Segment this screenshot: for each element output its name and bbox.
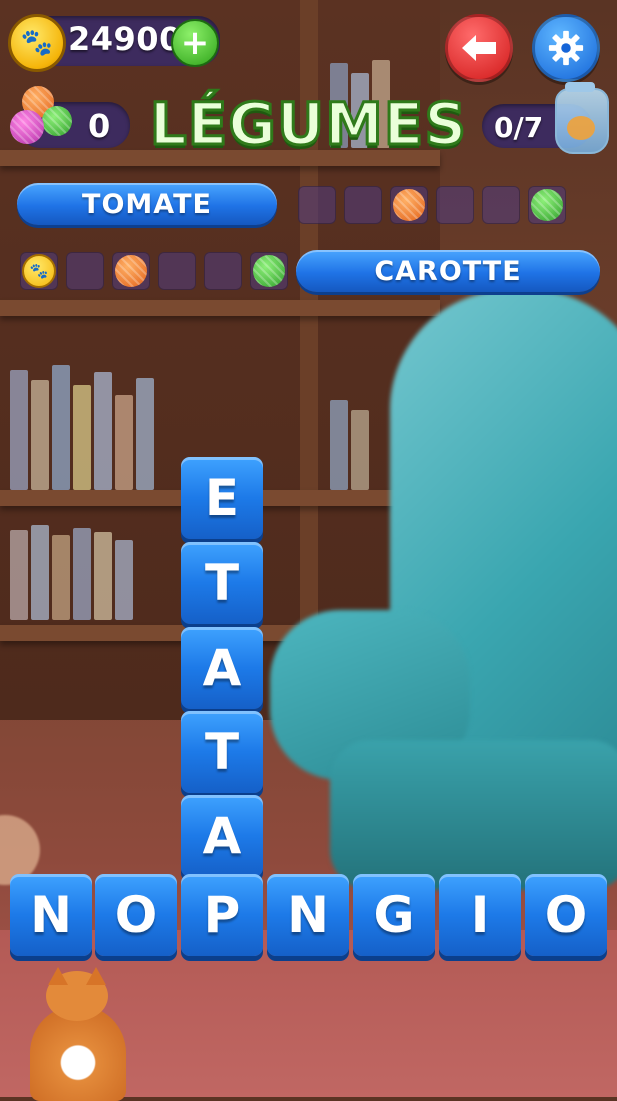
- letter-tile[interactable]: E: [181, 457, 263, 539]
- cat-mascot: [24, 965, 130, 1101]
- letter-slot: [436, 186, 474, 224]
- letter-tile[interactable]: N: [10, 874, 92, 956]
- letter-slot: [66, 252, 104, 290]
- yarn-green-icon: [253, 255, 285, 287]
- paw-coin-icon: 🐾: [22, 254, 56, 288]
- letter-tile[interactable]: P: [181, 874, 263, 956]
- back-button[interactable]: [445, 14, 513, 82]
- shelf-board: [0, 300, 440, 316]
- arrow-left-icon: [462, 35, 496, 61]
- letter-tile[interactable]: A: [181, 795, 263, 877]
- words-found-text: 0/7: [494, 111, 544, 144]
- word-slot-found: CAROTTE: [296, 250, 600, 292]
- word-slot-found: TOMATE: [17, 183, 277, 225]
- letter-slot: 🐾: [20, 252, 58, 290]
- letter-tile[interactable]: O: [95, 874, 177, 956]
- found-word-label: CAROTTE: [374, 255, 522, 287]
- word-slot-hidden: 🐾: [20, 252, 288, 290]
- letter-slot: [204, 252, 242, 290]
- letter-slot: [390, 186, 428, 224]
- book-row: [10, 365, 154, 490]
- letter-tile[interactable]: A: [181, 627, 263, 709]
- word-slot-hidden: [298, 186, 566, 224]
- add-coins-button[interactable]: +: [171, 19, 219, 67]
- letter-slot: [158, 252, 196, 290]
- letter-slot: [112, 252, 150, 290]
- letter-slot: [344, 186, 382, 224]
- yarn-orange-icon: [115, 255, 147, 287]
- letter-tile[interactable]: T: [181, 542, 263, 624]
- paw-coin-icon: 🐾: [8, 14, 66, 72]
- letter-slot: [298, 186, 336, 224]
- book-row: [10, 525, 133, 620]
- letter-tile[interactable]: T: [181, 711, 263, 793]
- settings-button[interactable]: [532, 14, 600, 82]
- letter-slot: [250, 252, 288, 290]
- letter-tile[interactable]: G: [353, 874, 435, 956]
- letter-tile[interactable]: N: [267, 874, 349, 956]
- letter-tile[interactable]: I: [439, 874, 521, 956]
- found-word-label: TOMATE: [82, 188, 212, 220]
- armchair-seat: [330, 740, 617, 890]
- book-row: [330, 400, 369, 490]
- plus-icon: +: [180, 23, 210, 63]
- letter-slot: [482, 186, 520, 224]
- yarn-green-icon: [531, 189, 563, 221]
- letter-slot: [528, 186, 566, 224]
- fish-jar-icon[interactable]: [555, 82, 609, 154]
- letter-tile[interactable]: O: [525, 874, 607, 956]
- coin-count: 24900: [68, 20, 182, 58]
- gear-icon: [548, 30, 584, 66]
- yarn-orange-icon: [393, 189, 425, 221]
